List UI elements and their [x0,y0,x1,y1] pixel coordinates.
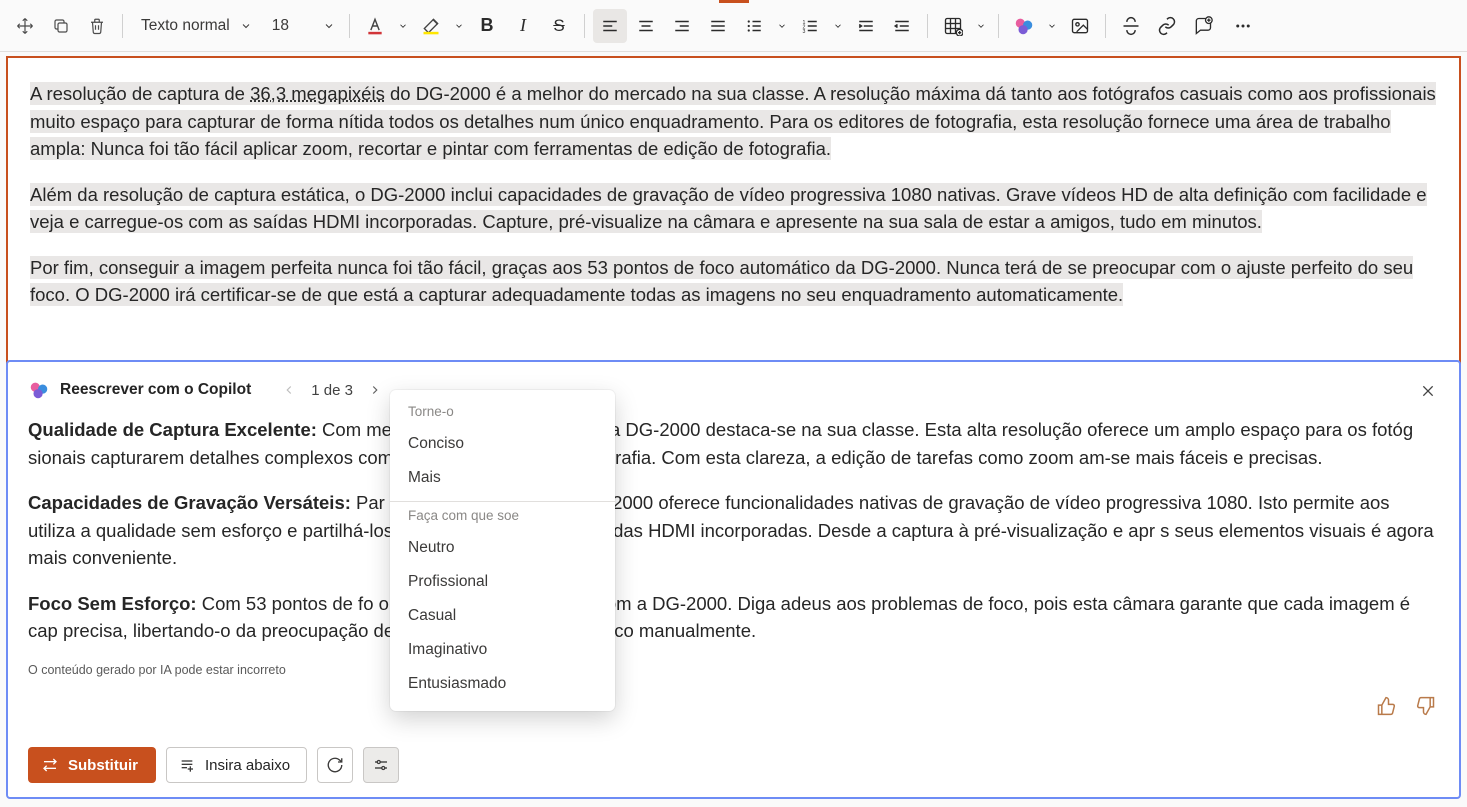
rewrite-suggestion-body: Qualidade de Captura Excelente: Com mega… [28,416,1439,645]
italic-icon[interactable]: I [506,9,540,43]
tone-option-professional[interactable]: Profissional [390,565,615,599]
align-left-icon[interactable] [593,9,627,43]
sliders-icon [372,756,390,774]
refresh-icon [326,756,344,774]
pager-next-icon[interactable] [363,378,387,402]
tone-option-more[interactable]: Mais [390,461,615,495]
suggestion-paragraph: Capacidades de Gravação Versáteis: Par d… [28,489,1439,572]
copy-icon[interactable] [44,9,78,43]
copilot-logo-icon [28,379,50,401]
overflow-menu-icon[interactable] [1226,9,1260,43]
numbered-list-dropdown[interactable] [829,9,847,43]
align-right-icon[interactable] [665,9,699,43]
panel-title: Reescrever com o Copilot [60,381,251,399]
tone-menu: Torne-o Conciso Mais Faça com que soe Ne… [390,390,615,711]
close-panel-button[interactable] [1413,376,1443,406]
pager-prev-icon[interactable] [277,378,301,402]
regenerate-button[interactable] [317,747,353,783]
indent-decrease-icon[interactable] [885,9,919,43]
font-size-select[interactable]: 18 [260,9,341,43]
bold-icon[interactable]: B [470,9,504,43]
svg-text:3: 3 [802,28,805,34]
tone-option-enthusiastic[interactable]: Entusiasmado [390,667,615,701]
tone-menu-section-header: Faça com que soe [390,508,615,531]
paragraph-text: Por fim, conseguir a imagem perfeita nun… [30,256,1413,307]
paragraph-text: A resolução de captura de [30,83,250,104]
pager-label: 1 de 3 [311,382,353,399]
bullet-list-dropdown[interactable] [773,9,791,43]
replace-button[interactable]: Substituir [28,747,156,783]
style-select-value: Texto normal [141,17,230,35]
document-paragraph[interactable]: A resolução de captura de 36,3 megapixéi… [30,80,1437,163]
formatting-toolbar: Texto normal 18 B I S 123 [0,0,1467,52]
font-color-icon[interactable] [358,9,392,43]
numbered-list-icon[interactable]: 123 [793,9,827,43]
image-icon[interactable] [1063,9,1097,43]
copilot-icon[interactable] [1007,9,1041,43]
megapixels-link[interactable]: 36,3 megapixéis [250,83,385,104]
strikethrough-icon[interactable]: S [542,9,576,43]
suggestion-heading: Capacidades de Gravação Versáteis: [28,492,351,513]
indent-increase-icon[interactable] [849,9,883,43]
document-paragraph[interactable]: Além da resolução de captura estática, o… [30,181,1437,236]
suggestion-heading: Foco Sem Esforço: [28,593,197,614]
paragraph-text: Além da resolução de captura estática, o… [30,183,1427,234]
document-paragraph[interactable]: Por fim, conseguir a imagem perfeita nun… [30,254,1437,309]
comment-icon[interactable] [1186,9,1220,43]
tone-adjust-button[interactable] [363,747,399,783]
highlight-icon[interactable] [414,9,448,43]
suggestion-text: Com 53 pontos de fo o momento perfeito é… [28,593,1410,642]
tone-option-imaginative[interactable]: Imaginativo [390,633,615,667]
font-size-value: 18 [272,17,289,35]
table-icon[interactable] [936,9,970,43]
suggestion-heading: Qualidade de Captura Excelente: [28,419,317,440]
insert-below-icon [179,757,195,773]
replace-button-label: Substituir [68,757,138,774]
insert-below-button-label: Insira abaixo [205,757,290,774]
table-dropdown[interactable] [972,9,990,43]
tone-menu-section-header: Torne-o [390,404,615,427]
align-justify-icon[interactable] [701,9,735,43]
replace-icon [42,757,58,773]
tone-option-neutral[interactable]: Neutro [390,531,615,565]
insert-below-button[interactable]: Insira abaixo [166,747,307,783]
ai-disclaimer: O conteúdo gerado por IA pode estar inco… [28,663,1439,677]
suggestion-paragraph: Qualidade de Captura Excelente: Com mega… [28,416,1439,471]
thumbs-down-icon[interactable] [1413,693,1439,719]
bullet-list-icon[interactable] [737,9,771,43]
suggestion-paragraph: Foco Sem Esforço: Com 53 pontos de fo o … [28,590,1439,645]
align-center-icon[interactable] [629,9,663,43]
strikethrough-s-icon[interactable] [1114,9,1148,43]
tone-option-concise[interactable]: Conciso [390,427,615,461]
copilot-rewrite-panel: Reescrever com o Copilot 1 de 3 Qualidad… [6,360,1461,799]
tone-option-casual[interactable]: Casual [390,599,615,633]
copilot-dropdown[interactable] [1043,9,1061,43]
font-color-dropdown[interactable] [394,9,412,43]
thumbs-up-icon[interactable] [1373,693,1399,719]
style-select[interactable]: Texto normal [131,9,258,43]
link-icon[interactable] [1150,9,1184,43]
highlight-dropdown[interactable] [450,9,468,43]
menu-separator [390,501,615,502]
document-canvas[interactable]: A resolução de captura de 36,3 megapixéi… [6,56,1461,366]
delete-icon[interactable] [80,9,114,43]
move-icon[interactable] [8,9,42,43]
